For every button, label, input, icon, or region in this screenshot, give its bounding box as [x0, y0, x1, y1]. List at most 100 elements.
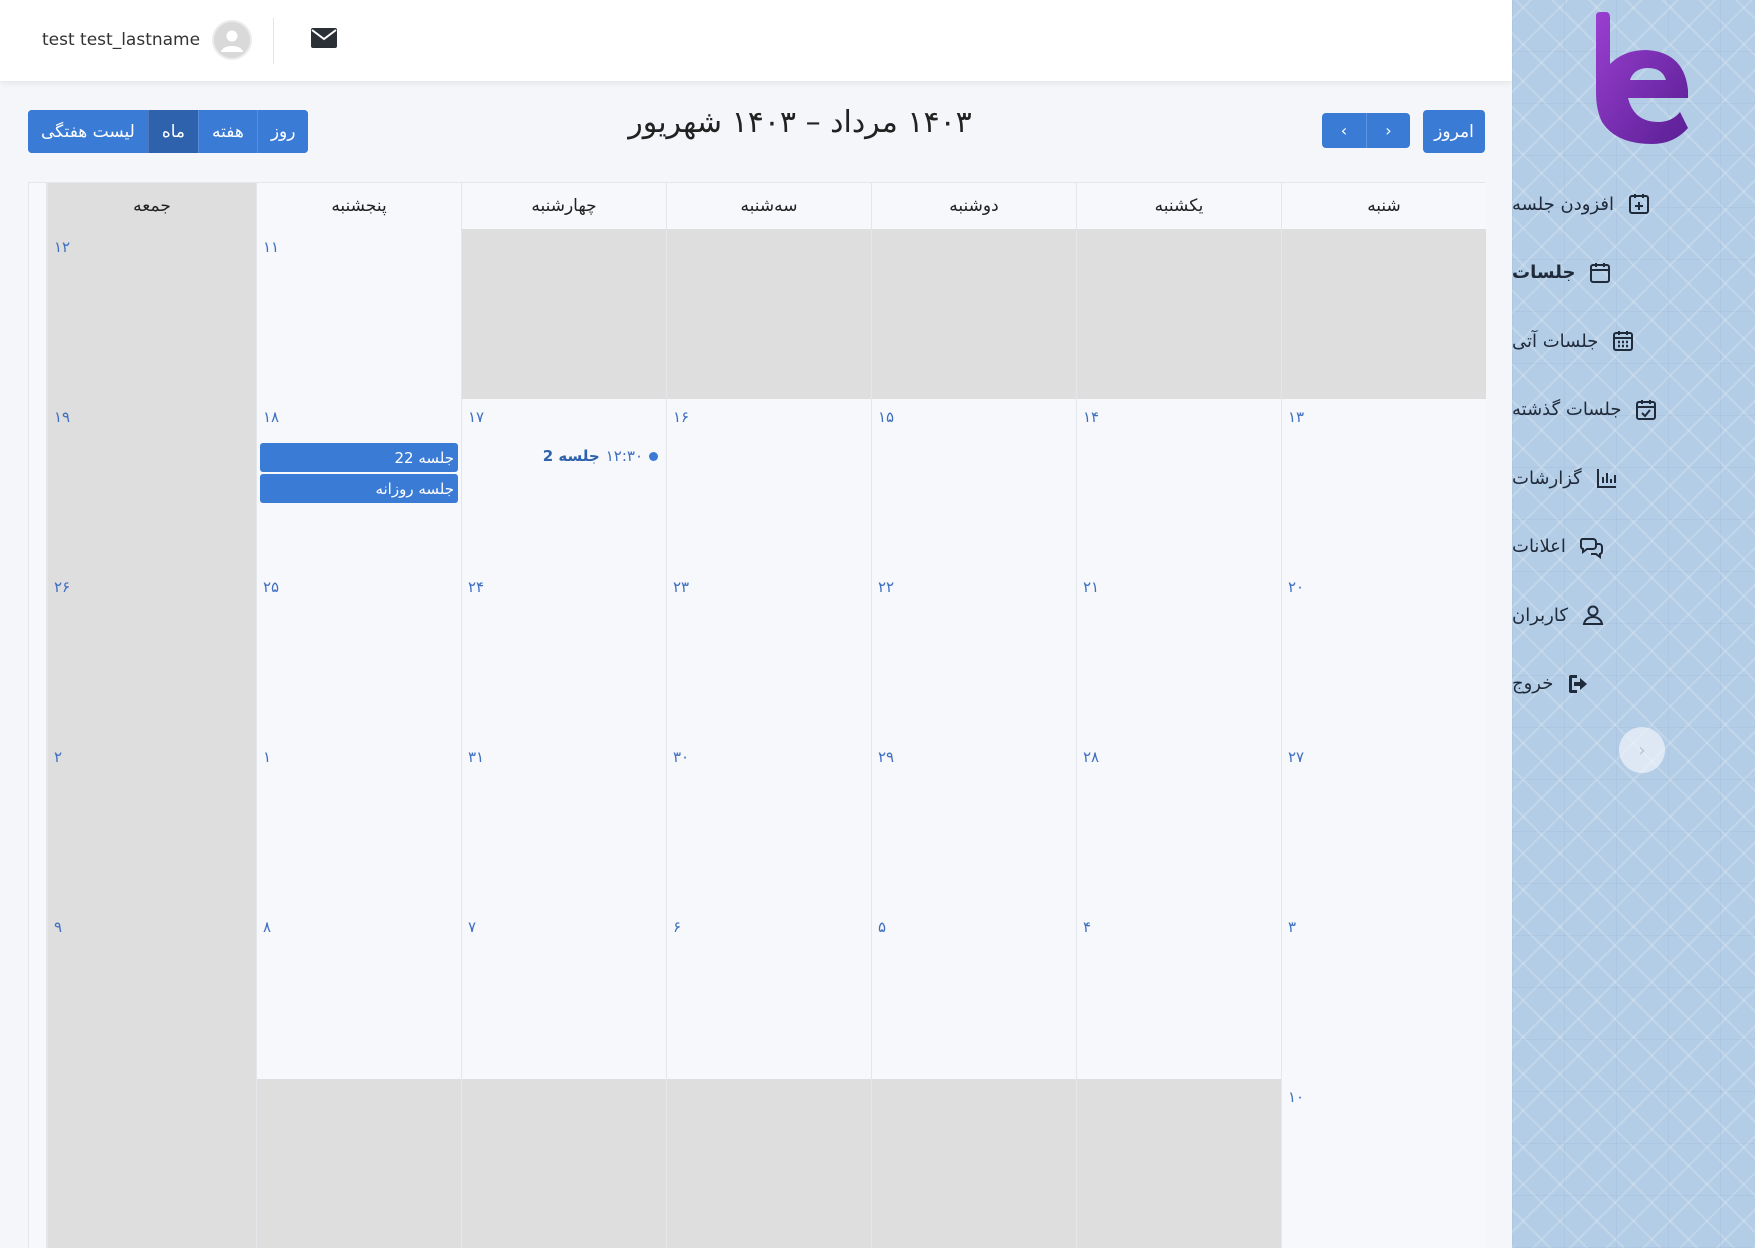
day-number[interactable]: ۴ — [1083, 918, 1091, 936]
day-cell[interactable]: ۲۷ — [1281, 739, 1486, 909]
day-cell[interactable] — [1281, 229, 1486, 399]
day-number[interactable]: ۱۱ — [263, 238, 279, 256]
day-number[interactable]: ۲۶ — [54, 578, 70, 596]
sidebar-item-calendar-plus[interactable]: افزودن جلسه — [1512, 170, 1755, 239]
sidebar-item-bar-chart[interactable]: گزارشات — [1512, 444, 1755, 513]
day-number[interactable]: ۳۱ — [468, 748, 484, 766]
day-number[interactable]: ۳ — [1288, 918, 1296, 936]
sidebar-item-calendar-check[interactable]: جلسات گذشته — [1512, 376, 1755, 445]
calendar-icon — [1587, 260, 1613, 286]
day-cell[interactable]: ۳ — [1281, 909, 1486, 1079]
day-cell[interactable]: ۵ — [871, 909, 1076, 1079]
day-cell[interactable]: ۲۶ — [47, 569, 256, 739]
day-number[interactable]: ۲ — [54, 748, 62, 766]
day-number[interactable]: ۱۳ — [1288, 408, 1304, 426]
day-number[interactable]: ۱۲ — [54, 238, 70, 256]
day-cell[interactable]: ۱۵ — [871, 399, 1076, 569]
user-avatar-icon — [221, 30, 244, 52]
day-number[interactable]: ۵ — [878, 918, 886, 936]
day-cell[interactable]: ۲۸ — [1076, 739, 1281, 909]
day-number[interactable]: ۲۲ — [878, 578, 894, 596]
mail-icon[interactable] — [311, 28, 337, 52]
event-dot-item[interactable]: ۱۲:۳۰ جلسه 2 — [543, 447, 658, 465]
day-cell[interactable] — [871, 229, 1076, 399]
sidebar-item-user[interactable]: کاربران — [1512, 581, 1755, 650]
avatar[interactable] — [212, 20, 253, 60]
day-cell[interactable]: ۲۰ — [1281, 569, 1486, 739]
day-number[interactable]: ۶ — [673, 918, 681, 936]
view-button-0[interactable]: لیست هفتگی — [28, 110, 148, 153]
day-cell[interactable]: ۲ — [47, 739, 256, 909]
day-cell[interactable] — [666, 229, 871, 399]
day-cell[interactable]: ۲۵ — [256, 569, 461, 739]
sidebar-item-sign-out[interactable]: خروج — [1512, 650, 1755, 719]
event-title: جلسه 2 — [542, 447, 600, 465]
day-cell[interactable] — [1076, 1079, 1281, 1248]
sidebar-item-calendar-grid[interactable]: جلسات آتی — [1512, 307, 1755, 376]
day-cell[interactable]: ۱۹ — [47, 399, 256, 569]
day-number[interactable]: ۱۴ — [1083, 408, 1099, 426]
day-number[interactable]: ۱۶ — [673, 408, 689, 426]
day-cell[interactable] — [47, 1079, 256, 1248]
sidebar-item-calendar[interactable]: جلسات — [1512, 239, 1755, 308]
day-cell[interactable]: ۷ — [461, 909, 666, 1079]
event-block[interactable]: جلسه 22 — [260, 443, 458, 472]
day-number[interactable]: ۱۰ — [1288, 1088, 1304, 1106]
event-dot-icon — [649, 451, 658, 461]
day-cell[interactable]: ۲۴ — [461, 569, 666, 739]
day-number[interactable]: ۲۱ — [1083, 578, 1099, 596]
day-number[interactable]: ۱۸ — [263, 408, 279, 426]
day-cell[interactable]: ۱۳ — [1281, 399, 1486, 569]
day-cell[interactable]: ۳۰ — [666, 739, 871, 909]
day-number[interactable]: ۱۵ — [878, 408, 894, 426]
day-number[interactable]: ۱۹ — [54, 408, 70, 426]
day-cell[interactable]: ۱۴ — [1076, 399, 1281, 569]
day-cell[interactable] — [461, 1079, 666, 1248]
day-number[interactable]: ۱ — [263, 748, 271, 766]
day-cell[interactable]: ۴ — [1076, 909, 1281, 1079]
day-number[interactable]: ۱۷ — [468, 408, 484, 426]
day-cell[interactable]: ۸ — [256, 909, 461, 1079]
day-number[interactable]: ۳۰ — [673, 748, 689, 766]
day-cell[interactable]: ۱۰ — [1281, 1079, 1486, 1248]
day-cell[interactable] — [461, 229, 666, 399]
day-cell[interactable]: ۹ — [47, 909, 256, 1079]
day-number[interactable]: ۷ — [468, 918, 476, 936]
day-number[interactable]: ۲۵ — [263, 578, 279, 596]
next-button[interactable]: › — [1366, 113, 1410, 148]
event-block[interactable]: جلسه روزانه — [260, 474, 458, 503]
prev-button[interactable]: ‹ — [1322, 113, 1366, 148]
day-number[interactable]: ۲۴ — [468, 578, 484, 596]
view-button-1[interactable]: ماه — [147, 110, 199, 153]
view-button-3[interactable]: روز — [256, 110, 309, 153]
day-number[interactable]: ۲۰ — [1288, 578, 1304, 596]
day-cell[interactable]: ۲۳ — [666, 569, 871, 739]
day-cell[interactable]: ۳۱ — [461, 739, 666, 909]
day-cell[interactable] — [666, 1079, 871, 1248]
day-cell[interactable] — [1076, 229, 1281, 399]
user-menu[interactable]: test test_lastname — [42, 20, 253, 60]
day-cell[interactable]: ۱۲ — [47, 229, 256, 399]
weekday-header-cell: دوشنبه — [871, 183, 1076, 229]
day-number[interactable]: ۲۳ — [673, 578, 689, 596]
day-cell[interactable]: ۱۱ — [256, 229, 461, 399]
day-cell[interactable]: ۱ — [256, 739, 461, 909]
day-cell[interactable] — [256, 1079, 461, 1248]
day-number[interactable]: ۲۸ — [1083, 748, 1099, 766]
day-cell[interactable]: ۱۶ — [666, 399, 871, 569]
day-cell[interactable]: ۲۱ — [1076, 569, 1281, 739]
day-cell[interactable] — [871, 1079, 1076, 1248]
day-number[interactable]: ۲۹ — [878, 748, 894, 766]
day-cell[interactable]: ۱۷ ۱۲:۳۰ جلسه 2 — [461, 399, 666, 569]
day-cell[interactable]: ۱۸ جلسه 22 جلسه روزانه — [256, 399, 461, 569]
day-number[interactable]: ۲۷ — [1288, 748, 1304, 766]
sidebar-item-chat-bubbles[interactable]: اعلانات — [1512, 513, 1755, 582]
day-cell[interactable]: ۶ — [666, 909, 871, 1079]
day-cell[interactable]: ۲۲ — [871, 569, 1076, 739]
sidebar-collapse-button[interactable]: › — [1619, 727, 1665, 773]
day-cell[interactable]: ۲۹ — [871, 739, 1076, 909]
day-number[interactable]: ۹ — [54, 918, 62, 936]
day-number[interactable]: ۸ — [263, 918, 271, 936]
today-button[interactable]: امروز — [1423, 110, 1485, 153]
view-button-2[interactable]: هفته — [198, 110, 257, 153]
